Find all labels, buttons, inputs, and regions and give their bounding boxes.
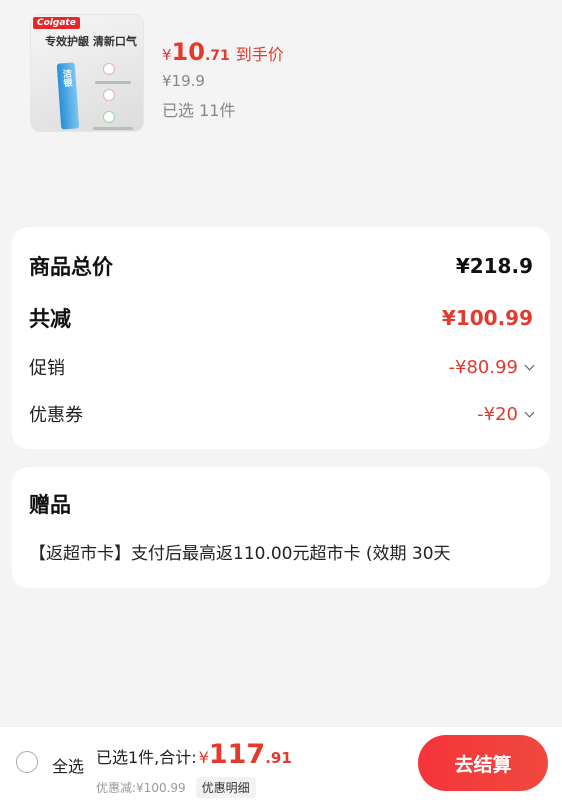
product-image[interactable]: Colgate 专效护龈 清新口气 洁银 (30, 14, 144, 132)
product-item[interactable]: Colgate 专效护龈 清新口气 洁银 ¥10.71 到手价 ¥19.9 已选 … (0, 0, 562, 150)
gift-description: 【返超市卡】支付后最高返110.00元超市卡 (效期 30天 (29, 544, 451, 564)
discount-detail-button[interactable]: 优惠明细 (195, 777, 256, 798)
feature-dot-icon (103, 63, 115, 75)
select-all-label[interactable]: 全选 (52, 753, 84, 777)
reduce-label: 共减 (29, 307, 71, 331)
coupon-value-wrap[interactable]: -¥20 (477, 403, 535, 425)
promo-value: -¥80.99 (448, 356, 518, 378)
coupon-label: 优惠券 (29, 405, 83, 426)
feature-dot-icon (103, 89, 115, 101)
promo-label: 促销 (29, 358, 65, 379)
feature-line (95, 81, 131, 84)
total-value: ¥218.9 (455, 254, 533, 278)
chevron-down-icon[interactable] (524, 360, 535, 370)
total-label: 商品总价 (29, 255, 113, 279)
discount-info: 优惠减:¥100.99 优惠明细 (96, 777, 256, 798)
discount-text: 优惠减:¥100.99 (96, 781, 186, 795)
selected-count: 已选 11件 (162, 101, 236, 120)
order-total: 已选1件,合计: ¥117.91 (96, 739, 292, 770)
original-price: ¥19.9 (162, 72, 205, 90)
price-summary-card: 商品总价 ¥218.9 共减 ¥100.99 促销 -¥80.99 优惠券 -¥… (12, 227, 550, 449)
checkout-bar: 全选 已选1件,合计: ¥117.91 优惠减:¥100.99 优惠明细 去结算 (0, 726, 562, 800)
image-slogan: 专效护龈 清新口气 (45, 35, 137, 48)
toothpaste-tube-icon: 洁银 (56, 62, 80, 130)
price-decimal: .71 (204, 48, 230, 64)
gift-card: 赠品 【返超市卡】支付后最高返110.00元超市卡 (效期 30天 (12, 467, 550, 588)
product-price: ¥10.71 到手价 (162, 38, 284, 66)
select-all-radio[interactable] (16, 751, 38, 773)
total-integer: 117 (208, 739, 266, 770)
price-integer: 10 (171, 38, 205, 66)
coupon-value: -¥20 (477, 403, 518, 425)
promo-value-wrap[interactable]: -¥80.99 (448, 356, 535, 378)
reduce-value: ¥100.99 (441, 306, 533, 330)
checkout-button[interactable]: 去结算 (418, 735, 548, 791)
price-currency: ¥ (162, 46, 172, 64)
summary-label: 已选1件,合计: (96, 748, 197, 767)
promo-row[interactable]: 促销 -¥80.99 (29, 354, 535, 380)
price-tag: 到手价 (235, 45, 284, 64)
total-decimal: .91 (265, 749, 292, 767)
reduce-row: 共减 ¥100.99 (29, 303, 533, 333)
tube-label: 洁银 (60, 68, 72, 88)
brand-logo: Colgate (33, 17, 80, 29)
gift-title: 赠品 (29, 493, 71, 517)
chevron-down-icon[interactable] (524, 407, 535, 417)
feature-dot-icon (103, 111, 115, 123)
total-row: 商品总价 ¥218.9 (29, 251, 533, 281)
feature-line (93, 127, 133, 130)
total-currency: ¥ (198, 748, 209, 767)
coupon-row[interactable]: 优惠券 -¥20 (29, 401, 535, 427)
